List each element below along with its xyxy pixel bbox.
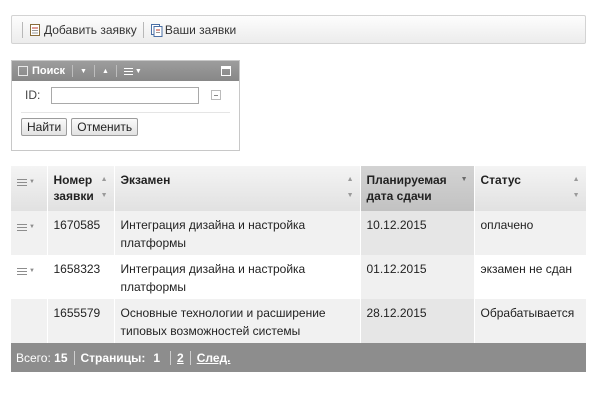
footer-divider — [170, 350, 171, 365]
search-panel-header: Поиск ▼ ▲ ▼ — [12, 61, 239, 81]
sort-icon: ▲ ▼ — [572, 176, 580, 199]
id-label: ID: — [25, 88, 41, 102]
column-header-status[interactable]: Статус ▲ ▼ — [474, 166, 587, 211]
grid-footer: Всего: 15 Страницы: 1 2 След. — [11, 343, 586, 372]
table-row[interactable]: 1655579 Основные технологии и расширение… — [11, 299, 587, 343]
table-header-row: ▼ Номер заявки ▲ ▼ Экзамен ▲ ▼ Планируемая… — [11, 166, 587, 211]
cell-date: 28.12.2015 — [360, 299, 475, 343]
toolbar-divider — [142, 21, 144, 38]
cell-number: 1658323 — [47, 255, 115, 299]
cell-date: 01.12.2015 — [360, 255, 475, 299]
pages-label: Страницы: — [80, 350, 146, 365]
header-divider — [72, 65, 74, 77]
cell-status: оплачено — [474, 211, 587, 255]
table-row[interactable]: ▼ 1670585 Интеграция дизайна и настройка… — [11, 211, 587, 255]
column-title-exam: Экзамен — [120, 173, 171, 187]
requests-table: ▼ Номер заявки ▲ ▼ Экзамен ▲ ▼ Планируемая… — [11, 166, 587, 343]
cell-status: экзамен не сдан — [474, 255, 587, 299]
find-button[interactable]: Найти — [21, 118, 68, 136]
search-panel-title: Поиск — [32, 65, 66, 77]
header-divider — [93, 65, 95, 77]
total-label: Всего: — [16, 350, 51, 365]
column-header-date[interactable]: Планируемая дата сдачи ▼ — [360, 166, 475, 211]
row-menu-cell — [11, 299, 48, 343]
cell-date: 10.12.2015 — [360, 211, 475, 255]
row-menu-icon[interactable]: ▼ — [17, 262, 41, 280]
add-document-icon — [29, 23, 41, 37]
column-menu-header[interactable]: ▼ — [11, 166, 48, 211]
total-count: 15 — [54, 350, 68, 365]
add-request-button[interactable]: Добавить заявку — [29, 23, 137, 37]
row-menu-cell[interactable]: ▼ — [11, 255, 48, 299]
id-input[interactable] — [51, 86, 199, 104]
add-request-label: Добавить заявку — [44, 22, 137, 37]
row-menu-cell[interactable]: ▼ — [11, 211, 48, 255]
arrow-up-icon[interactable]: ▲ — [102, 68, 109, 75]
cell-number: 1670585 — [47, 211, 115, 255]
sort-icon: ▲ ▼ — [346, 176, 354, 199]
remove-filter-icon[interactable] — [211, 90, 221, 100]
my-requests-button[interactable]: Ваши заявки — [150, 23, 236, 37]
documents-icon — [150, 23, 163, 37]
footer-divider — [189, 350, 191, 365]
cell-exam: Интеграция дизайна и настройка платформы — [114, 211, 361, 255]
column-menu-icon[interactable]: ▼ — [17, 174, 41, 190]
column-header-exam[interactable]: Экзамен ▲ ▼ — [114, 166, 361, 211]
search-row-id: ID: — [12, 81, 239, 109]
cancel-button[interactable]: Отменить — [71, 118, 139, 136]
cell-number: 1655579 — [47, 299, 115, 343]
sort-desc-icon: ▼ — [460, 176, 468, 183]
column-title-status: Статус — [480, 173, 521, 187]
arrow-down-icon[interactable]: ▼ — [80, 68, 87, 75]
cell-exam: Интеграция дизайна и настройка платформы — [114, 255, 361, 299]
cell-exam: Основные технологии и расширение типовых… — [114, 299, 361, 343]
my-requests-label: Ваши заявки — [164, 22, 237, 37]
search-panel: Поиск ▼ ▲ ▼ ID: Найти Отменить — [11, 60, 240, 151]
table-row[interactable]: ▼ 1658323 Интеграция дизайна и настройка… — [11, 255, 587, 299]
footer-divider — [73, 350, 75, 365]
row-menu-icon[interactable]: ▼ — [17, 218, 41, 236]
column-title-date: Планируемая дата сдачи — [366, 173, 447, 203]
current-page: 1 — [153, 350, 160, 365]
toolbar-divider — [22, 21, 23, 38]
search-actions: Найти Отменить — [12, 118, 239, 136]
cell-status: Обрабатывается — [474, 299, 587, 343]
next-page-link[interactable]: След. — [197, 351, 231, 365]
search-divider — [21, 112, 230, 113]
panel-menu-icon[interactable]: ▼ — [123, 67, 142, 75]
toolbar: Добавить заявку Ваши заявки — [11, 15, 586, 44]
sort-icon: ▲ ▼ — [100, 176, 108, 199]
search-checkbox[interactable] — [18, 66, 28, 76]
requests-grid: ▼ Номер заявки ▲ ▼ Экзамен ▲ ▼ Планируемая… — [11, 166, 587, 372]
page-link-2[interactable]: 2 — [177, 351, 184, 365]
column-title-number: Номер заявки — [53, 173, 94, 203]
collapse-panel-icon[interactable] — [221, 66, 231, 76]
column-header-number[interactable]: Номер заявки ▲ ▼ — [47, 166, 115, 211]
header-divider — [115, 65, 117, 77]
